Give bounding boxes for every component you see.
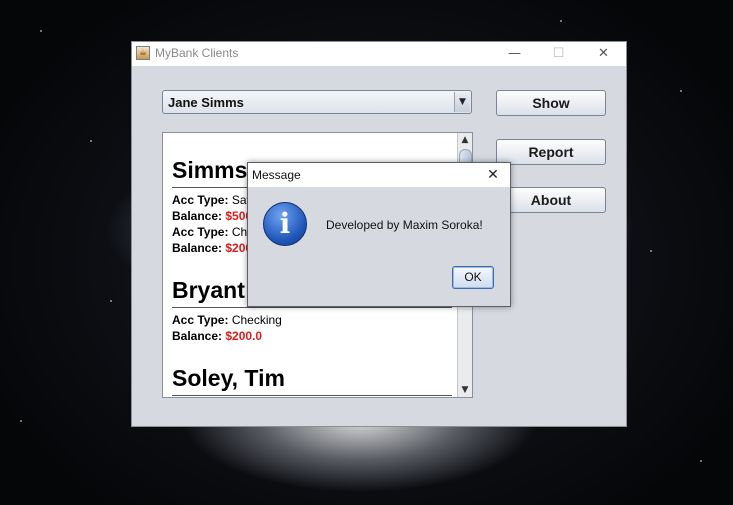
about-button[interactable]: About [496, 187, 606, 213]
client-entry: Soley, Tim [172, 363, 452, 397]
message-dialog: Message ✕ i Developed by Maxim Soroka! O… [247, 162, 511, 307]
window-title: MyBank Clients [155, 46, 239, 60]
chevron-down-icon[interactable]: ▼ [454, 92, 470, 112]
background-star [20, 420, 22, 422]
balance-label: Balance: [172, 241, 223, 255]
combo-selected-value: Jane Simms [168, 95, 244, 110]
client-name: Soley, Tim [172, 365, 285, 391]
java-cup-icon: ☕ [136, 46, 150, 60]
maximize-button[interactable]: ☐ [536, 42, 581, 66]
acc-type-label: Acc Type: [172, 225, 229, 239]
background-star [40, 30, 42, 32]
acc-type-label: Acc Type: [172, 313, 229, 327]
dialog-close-button[interactable]: ✕ [476, 163, 510, 187]
minimize-button[interactable]: — [492, 42, 537, 66]
dialog-message: Developed by Maxim Soroka! [326, 218, 483, 232]
background-star [560, 20, 562, 22]
balance-row: Balance: $200.0 [172, 328, 452, 344]
background-star [680, 90, 682, 92]
acc-type-row: Acc Type: Checking [172, 312, 452, 328]
acc-type-value: Checking [231, 313, 282, 327]
client-combobox[interactable]: Jane Simms ▼ [162, 90, 472, 114]
balance-label: Balance: [172, 209, 223, 223]
information-icon: i [263, 202, 307, 246]
dialog-title-bar[interactable]: Message ✕ [248, 163, 510, 187]
ok-button[interactable]: OK [452, 266, 494, 289]
report-button[interactable]: Report [496, 139, 606, 165]
background-star [90, 140, 92, 142]
title-bar[interactable]: ☕ MyBank Clients — ☐ ✕ [132, 42, 626, 66]
acc-type-label: Acc Type: [172, 193, 229, 207]
scroll-up-arrow-icon[interactable]: ▲ [458, 133, 472, 147]
show-button[interactable]: Show [496, 90, 606, 116]
balance-label: Balance: [172, 329, 223, 343]
divider [172, 395, 452, 396]
background-star [650, 250, 652, 252]
dialog-title: Message [252, 168, 301, 182]
balance-value: $200.0 [225, 329, 263, 343]
background-star [700, 460, 702, 462]
background-star [110, 300, 112, 302]
scroll-down-arrow-icon[interactable]: ▼ [458, 383, 472, 397]
divider [172, 307, 452, 308]
close-button[interactable]: ✕ [581, 42, 626, 66]
